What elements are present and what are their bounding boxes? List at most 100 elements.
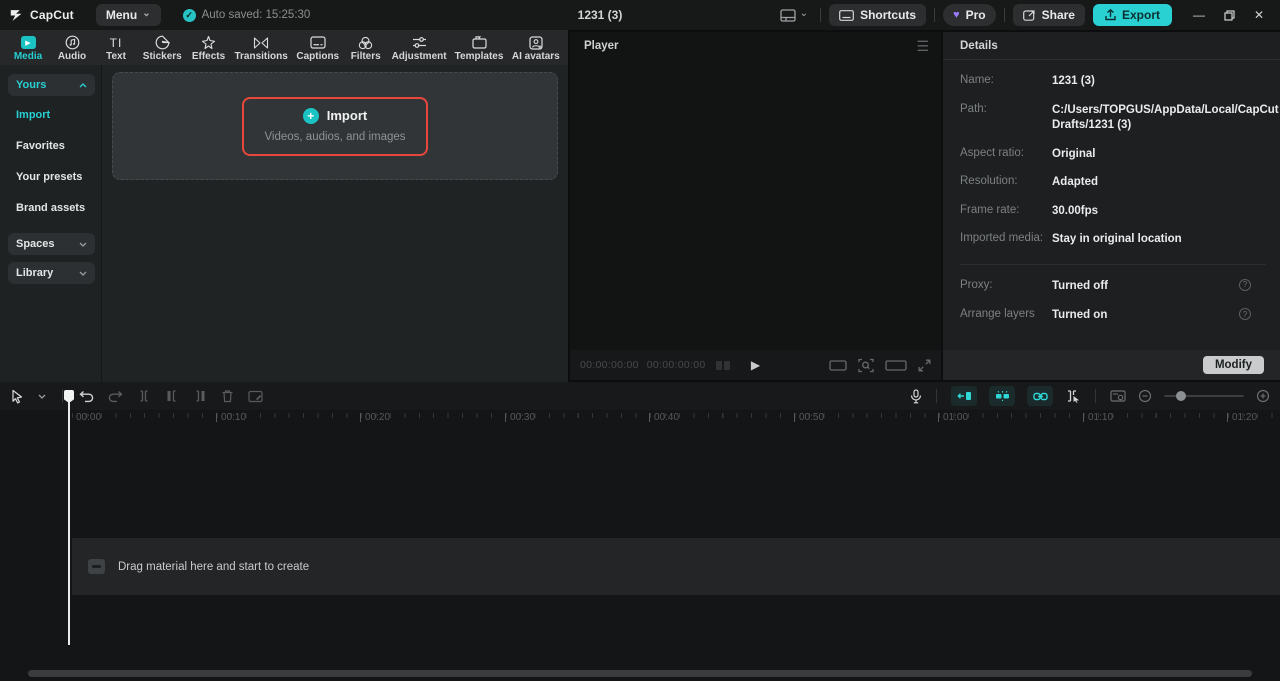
record-voiceover-button[interactable] xyxy=(910,388,922,404)
redo-button[interactable] xyxy=(108,390,123,403)
details-panel: Details Name: 1231 (3) Path: C:/Users/TO… xyxy=(943,32,1280,380)
ratio-icon[interactable] xyxy=(829,359,847,371)
minimize-button[interactable]: — xyxy=(1186,3,1212,27)
sidebar-item-library[interactable]: Library xyxy=(8,262,95,284)
transitions-icon xyxy=(253,35,269,50)
split-button[interactable] xyxy=(137,389,151,403)
tab-media[interactable]: ▶ Media xyxy=(6,32,50,64)
link-icon xyxy=(1032,392,1048,400)
pro-button[interactable]: ♥ Pro xyxy=(943,4,996,26)
edit-clip-button[interactable] xyxy=(248,390,263,403)
sticker-icon xyxy=(155,35,170,50)
auto-snap-toggle[interactable] xyxy=(989,386,1015,406)
app-name: CapCut xyxy=(30,8,74,22)
media-panel: ▶ Media Audio TI Text Stickers Effects T… xyxy=(0,30,568,382)
chevron-down-icon: ⌄ xyxy=(142,8,151,19)
restore-button[interactable] xyxy=(1216,3,1242,27)
sidebar-item-spaces[interactable]: Spaces xyxy=(8,233,95,255)
wide-preview-icon[interactable] xyxy=(885,359,907,371)
detail-row-name: Name: 1231 (3) xyxy=(960,74,1095,87)
keyboard-icon xyxy=(839,9,854,21)
export-button[interactable]: Export xyxy=(1092,4,1172,26)
divider xyxy=(820,8,822,22)
tab-audio[interactable]: Audio xyxy=(50,32,94,64)
zoom-out-button[interactable] xyxy=(1138,389,1152,403)
empty-track-dropzone[interactable]: Drag material here and start to create xyxy=(72,538,1280,595)
delete-button[interactable] xyxy=(221,389,234,403)
share-icon xyxy=(1022,10,1035,21)
zoom-in-button[interactable] xyxy=(1256,389,1270,403)
player-controls: 00:00:00:00 00:00:00:00 ▶ xyxy=(570,350,941,380)
tab-filters[interactable]: Filters xyxy=(344,32,388,64)
chevron-down-icon: ⌄ xyxy=(799,8,809,19)
preview-axis-button[interactable] xyxy=(1065,389,1081,403)
focus-zoom-icon[interactable] xyxy=(858,358,874,373)
delete-right-icon xyxy=(196,390,205,402)
shortcuts-button[interactable]: Shortcuts xyxy=(829,4,927,26)
workspace-layout-button[interactable]: ⌄ xyxy=(776,7,812,24)
tab-transitions[interactable]: Transitions xyxy=(231,32,292,64)
delete-right-button[interactable] xyxy=(193,389,207,403)
ruler-label: 01:00 xyxy=(937,412,969,423)
menu-button[interactable]: Menu ⌄ xyxy=(95,4,161,26)
details-title: Details xyxy=(960,39,998,52)
close-button[interactable]: ✕ xyxy=(1246,3,1272,27)
play-button[interactable]: ▶ xyxy=(751,358,760,372)
select-tool-caret[interactable] xyxy=(38,394,46,399)
tab-text[interactable]: TI Text xyxy=(94,32,138,64)
sidebar-item-brand-assets[interactable]: Brand assets xyxy=(8,196,95,220)
ruler-label: 00:10 xyxy=(215,412,247,423)
delete-left-button[interactable] xyxy=(165,389,179,403)
check-icon: ✓ xyxy=(182,8,196,22)
media-content: + Import Videos, audios, and images xyxy=(102,65,568,382)
fullscreen-icon[interactable] xyxy=(918,359,931,372)
tab-adjustment[interactable]: Adjustment xyxy=(388,32,451,64)
playhead[interactable] xyxy=(64,390,74,645)
ruler-label: 01:20 xyxy=(1226,412,1258,423)
import-dropzone[interactable]: + Import Videos, audios, and images xyxy=(112,72,558,180)
adjustment-icon xyxy=(412,35,427,50)
ruler-label: 00:40 xyxy=(648,412,680,423)
tab-stickers[interactable]: Stickers xyxy=(138,32,187,64)
timeline-horizontal-scrollbar[interactable] xyxy=(28,670,1252,677)
media-icon: ▶ xyxy=(20,36,36,49)
sidebar-item-import[interactable]: Import xyxy=(8,103,95,127)
sidebar-item-favorites[interactable]: Favorites xyxy=(8,134,95,158)
media-clip-icon xyxy=(88,559,105,574)
timeline-toolbar xyxy=(0,382,1280,410)
divider xyxy=(1003,8,1005,22)
adjust-layout-button[interactable] xyxy=(1110,390,1126,402)
main-track-magnet-toggle[interactable] xyxy=(951,386,977,406)
player-menu-icon[interactable]: ☰ xyxy=(916,38,929,55)
select-tool-button[interactable] xyxy=(10,389,24,404)
snap-icon xyxy=(995,390,1009,401)
text-icon: TI xyxy=(109,35,123,50)
ruler-label: 00:20 xyxy=(359,412,391,423)
zoom-in-icon xyxy=(1256,389,1270,403)
timeline-zoom-slider[interactable] xyxy=(1164,391,1244,401)
magnet-icon xyxy=(956,392,971,400)
tab-ai-avatars[interactable]: AI avatars xyxy=(508,32,564,64)
tab-captions[interactable]: Captions xyxy=(292,32,344,64)
frame-by-frame-icon[interactable] xyxy=(715,360,730,370)
undo-button[interactable] xyxy=(79,390,94,403)
import-subtitle: Videos, audios, and images xyxy=(264,130,406,143)
capcut-window: CapCut Menu ⌄ ✓ Auto saved: 15:25:30 123… xyxy=(0,0,1280,681)
import-button[interactable]: + Import xyxy=(302,107,367,124)
modify-button[interactable]: Modify xyxy=(1202,356,1264,374)
autosave-status: ✓ Auto saved: 15:25:30 xyxy=(182,8,310,22)
link-toggle[interactable] xyxy=(1027,386,1053,406)
split-icon xyxy=(140,390,148,402)
edit-box-icon xyxy=(248,390,263,402)
titlebar: CapCut Menu ⌄ ✓ Auto saved: 15:25:30 123… xyxy=(0,0,1280,30)
sidebar-item-your-presets[interactable]: Your presets xyxy=(8,165,95,189)
chevron-down-icon xyxy=(79,242,87,247)
share-button[interactable]: Share xyxy=(1012,4,1085,26)
tab-effects[interactable]: Effects xyxy=(187,32,231,64)
sidebar-item-yours[interactable]: Yours xyxy=(8,74,95,96)
zoom-slider-handle[interactable] xyxy=(1176,391,1186,401)
tab-templates[interactable]: Templates xyxy=(450,32,507,64)
timeline-ruler[interactable]: 00:00 00:10 00:20 00:30 00:40 00:50 01:0… xyxy=(0,410,1280,428)
delete-left-icon xyxy=(167,390,176,402)
help-icon[interactable]: ? xyxy=(1239,278,1251,291)
